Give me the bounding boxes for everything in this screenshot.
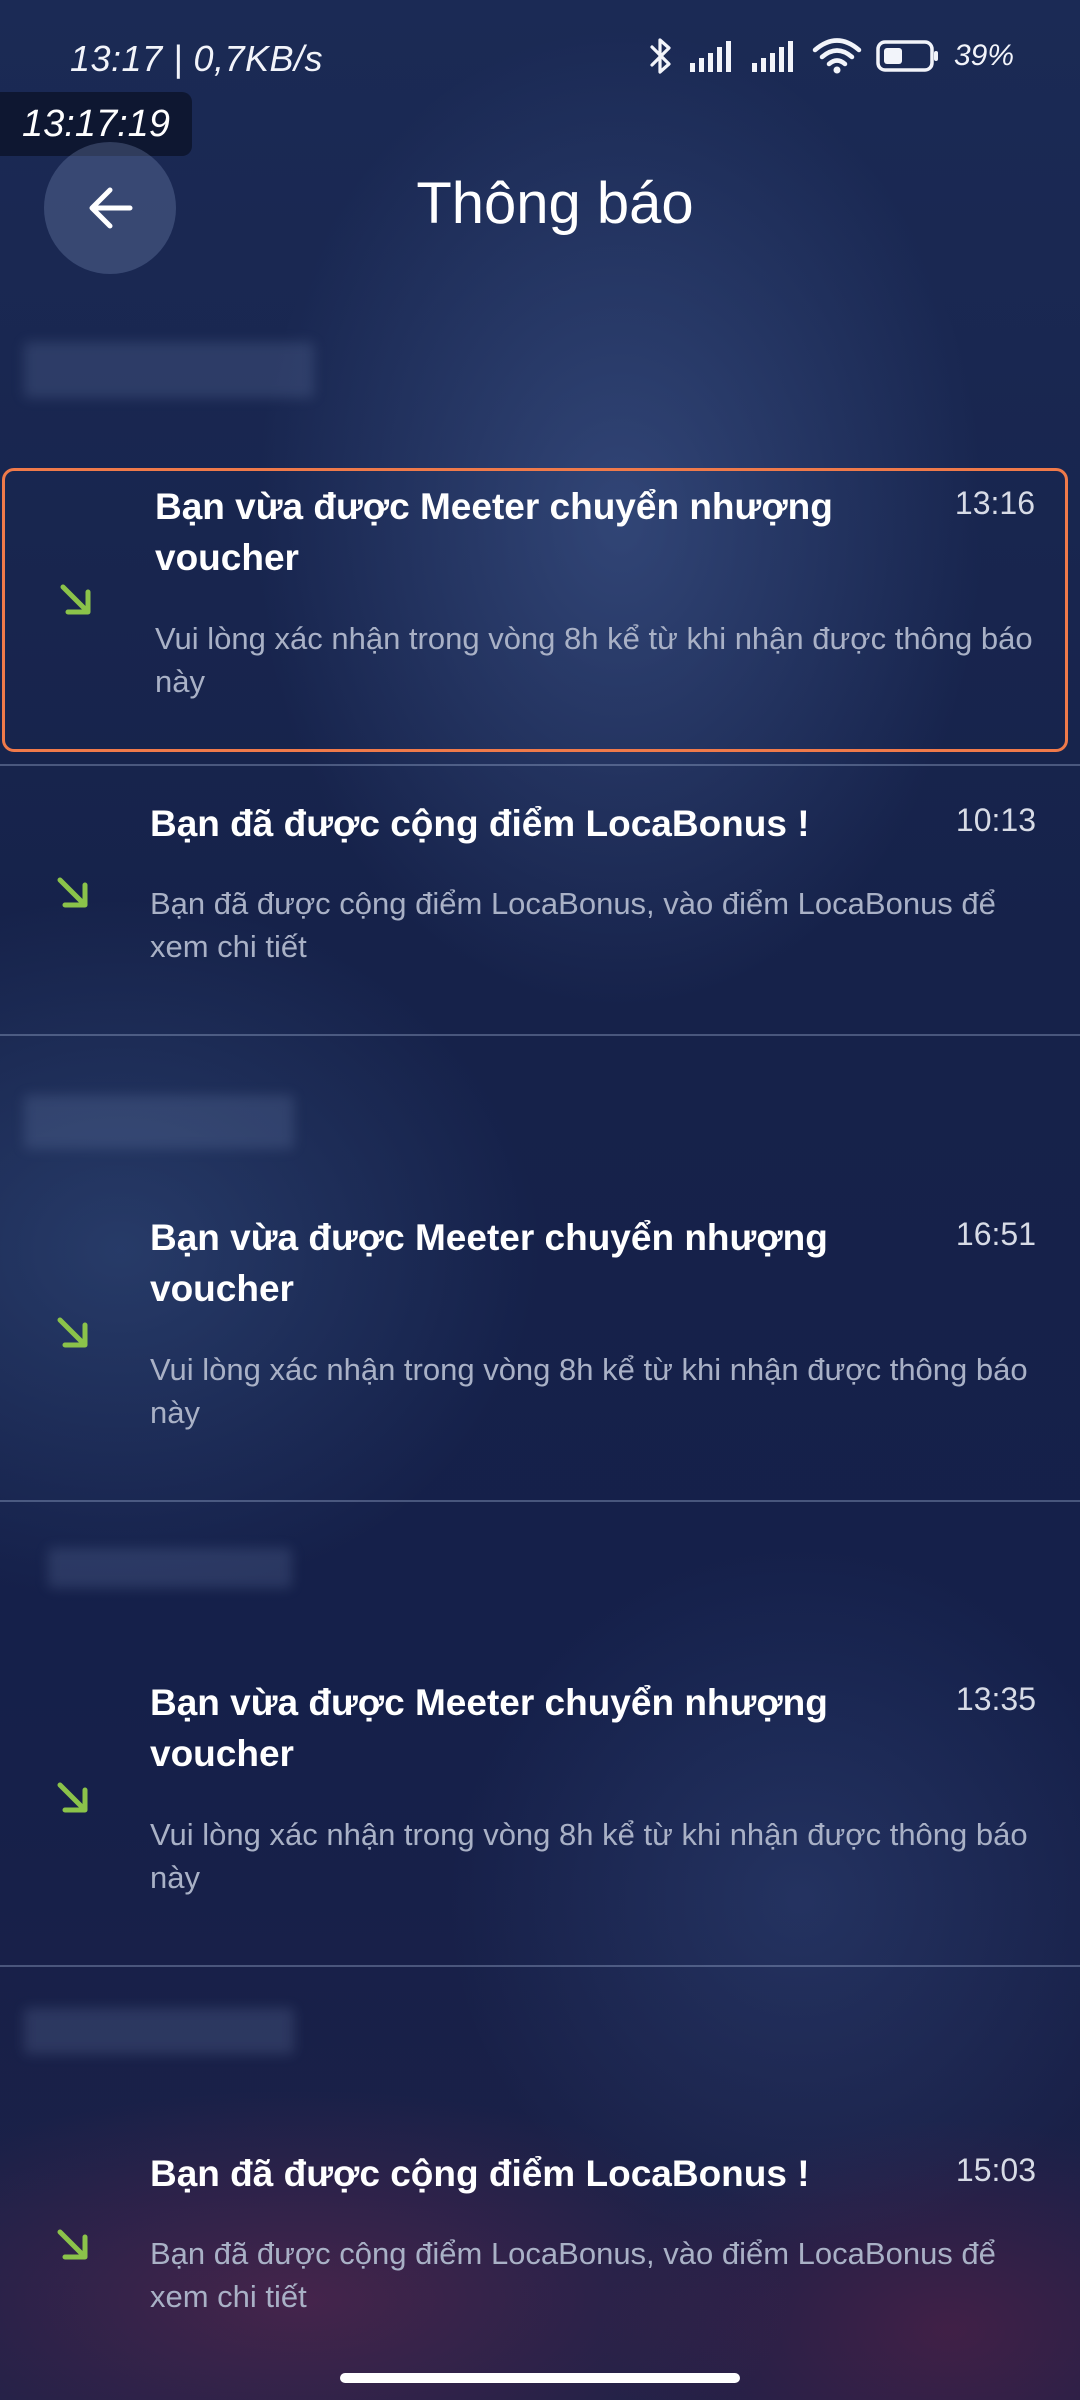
arrow-down-right-icon: [57, 2229, 88, 2260]
bluetooth-icon: [650, 38, 671, 74]
arrow-down-right-icon: [57, 877, 88, 908]
notification-time: 13:35: [955, 1681, 1036, 1717]
blurred-section-header: [48, 1548, 292, 1588]
notification-item[interactable]: Bạn đã được cộng điểm LocaBonus ! 10:13 …: [0, 780, 1080, 1030]
notification-item[interactable]: Bạn vừa được Meeter chuyển nhượng vouche…: [0, 1200, 1080, 1500]
home-indicator[interactable]: [340, 2373, 740, 2383]
notification-title: Bạn vừa được Meeter chuyển nhượng vouche…: [150, 1682, 828, 1774]
wifi-icon: [812, 38, 862, 74]
status-time-speed: 13:17 | 0,7KB/s: [70, 38, 324, 79]
notification-time: 15:03: [955, 2152, 1036, 2188]
notification-item[interactable]: Bạn vừa được Meeter chuyển nhượng vouche…: [2, 468, 1068, 752]
page-title: Thông báo: [416, 171, 694, 236]
notification-body: Vui lòng xác nhận trong vòng 8h kể từ kh…: [150, 1817, 1028, 1895]
notification-time: 10:13: [955, 802, 1036, 838]
divider: [0, 1500, 1080, 1502]
blurred-section-header: [24, 342, 314, 398]
notification-time: 13:16: [954, 485, 1035, 521]
signal-icon: [751, 41, 793, 72]
arrow-down-right-icon: [60, 584, 91, 615]
notification-body: Bạn đã được cộng điểm LocaBonus, vào điể…: [150, 886, 996, 964]
blurred-section-header: [24, 2008, 294, 2054]
notification-title: Bạn vừa được Meeter chuyển nhượng vouche…: [150, 1217, 828, 1309]
status-icons: 39%: [648, 36, 1014, 76]
notification-title: Bạn đã được cộng điểm LocaBonus !: [150, 803, 810, 844]
notification-body: Bạn đã được cộng điểm LocaBonus, vào điể…: [150, 2236, 996, 2314]
notification-body: Vui lòng xác nhận trong vòng 8h kể từ kh…: [155, 621, 1033, 699]
signal-icon: [689, 41, 731, 72]
battery-icon: [876, 40, 938, 72]
notification-title: Bạn đã được cộng điểm LocaBonus !: [150, 2153, 810, 2194]
notification-item[interactable]: Bạn đã được cộng điểm LocaBonus ! 15:03 …: [0, 2130, 1080, 2370]
divider: [0, 1965, 1080, 1967]
notification-title: Bạn vừa được Meeter chuyển nhượng vouche…: [155, 486, 833, 578]
arrow-down-right-icon: [57, 1782, 88, 1813]
divider: [0, 764, 1080, 766]
battery-percent: 39%: [953, 39, 1014, 72]
notification-time: 16:51: [955, 1216, 1036, 1252]
divider: [0, 1034, 1080, 1036]
notification-body: Vui lòng xác nhận trong vòng 8h kể từ kh…: [150, 1352, 1028, 1430]
arrow-down-right-icon: [57, 1317, 88, 1348]
blurred-section-header: [24, 1095, 294, 1149]
notification-item[interactable]: Bạn vừa được Meeter chuyển nhượng vouche…: [0, 1665, 1080, 1965]
